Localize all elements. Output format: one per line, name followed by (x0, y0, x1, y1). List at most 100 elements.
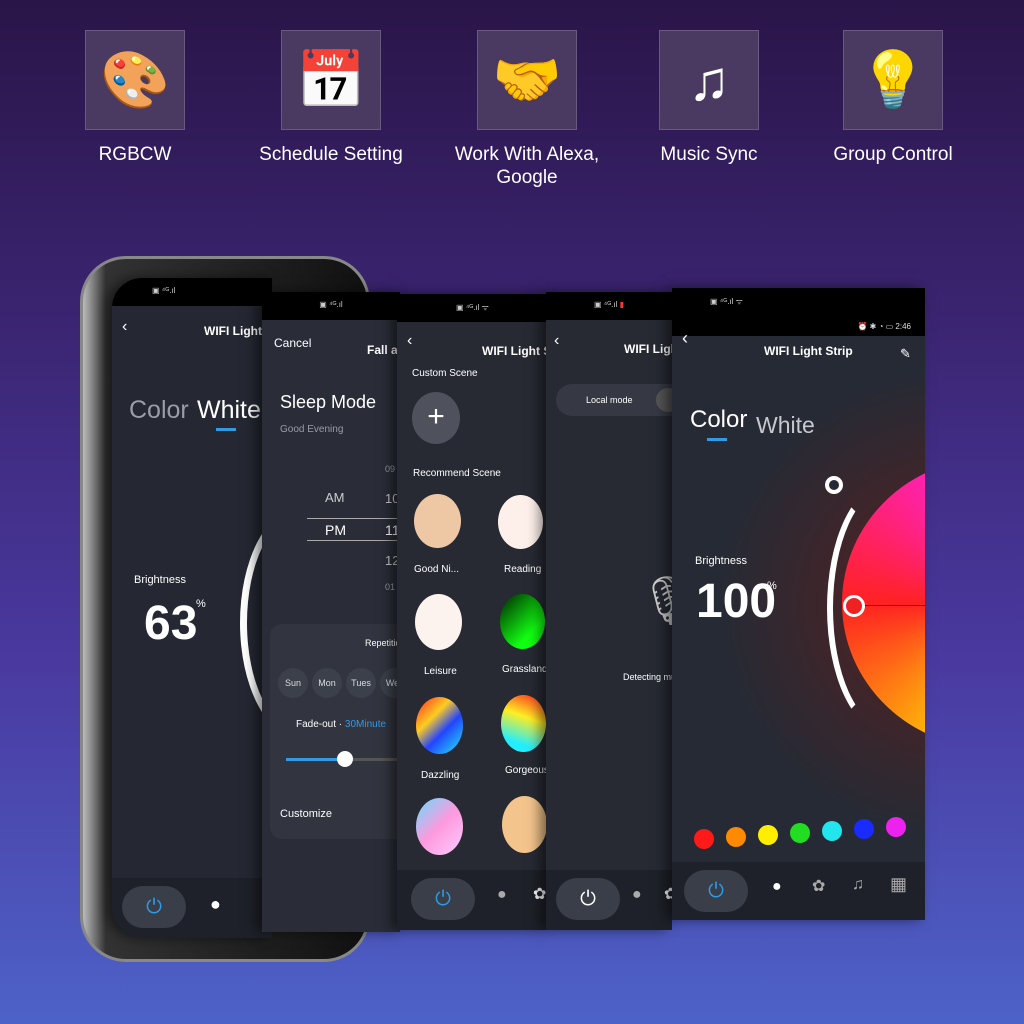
feature-label: RGBCW (98, 144, 172, 165)
brightness-value: 100 (696, 575, 777, 628)
power-button[interactable]: ⏻ (556, 878, 620, 920)
fade-slider-fill (286, 758, 345, 761)
bottom-nav: ⏻ ● (112, 878, 272, 938)
scene-swatch[interactable] (416, 697, 463, 754)
scene-swatch[interactable] (415, 594, 462, 650)
tab-white[interactable]: White (756, 412, 815, 439)
color-swatch[interactable] (758, 825, 778, 845)
color-swatch[interactable] (790, 823, 810, 843)
screen-title: WIFI Light Strip (764, 344, 853, 358)
toggle-knob (656, 388, 672, 412)
feature-label: Work With Alexa, Google (454, 144, 600, 188)
day-tues[interactable]: Tues (346, 668, 376, 698)
day-sun[interactable]: Sun (278, 668, 308, 698)
mode-subtitle: Good Evening (280, 424, 344, 435)
tab-indicator (707, 438, 727, 441)
detecting-label: Detecting mu (623, 672, 672, 682)
feature-label: Music Sync (660, 144, 758, 165)
fade-text: Fade-out · (296, 719, 345, 730)
brightness-handle[interactable] (825, 476, 843, 494)
scene-label: Leisure (424, 666, 457, 677)
bottom-nav: ⏻ ● ✿ ♫ ▦ (672, 862, 925, 920)
custom-scene-label: Custom Scene (412, 368, 478, 379)
recommend-scene-label: Recommend Scene (413, 468, 501, 479)
power-button[interactable]: ⏻ (411, 878, 475, 920)
scene-label: Dazzling (421, 770, 460, 781)
color-swatch[interactable] (694, 829, 714, 849)
tab-indicator (216, 428, 236, 431)
time: 2:46 (895, 322, 911, 331)
color-wheel-handle[interactable] (843, 595, 865, 617)
screen-color-63: ▣ ⁴ᴳ.ıl ‹ WIFI Light Color White Brightn… (112, 278, 272, 938)
scene-swatch[interactable] (502, 796, 547, 853)
fade-label: Fade-out · 30Minute (296, 719, 386, 730)
power-button[interactable]: ⏻ (684, 870, 748, 912)
tab-color[interactable]: Color (129, 396, 189, 425)
scene-swatch[interactable] (500, 594, 545, 649)
bottom-nav: ⏻ ● ✿ (546, 870, 672, 930)
bulb-icon[interactable]: ● (632, 886, 642, 904)
scene-swatch[interactable] (416, 798, 463, 855)
fade-slider-handle[interactable] (336, 751, 353, 767)
group-icon[interactable]: ▦ (890, 874, 907, 895)
signal-icon: ▣ ⁴ᴳ.ıl ᯤ (710, 297, 743, 306)
repetition-label: Repetition (365, 638, 400, 648)
bulb-icon[interactable]: ● (497, 886, 507, 904)
add-scene-button[interactable]: + (412, 392, 460, 444)
back-icon[interactable]: ‹ (682, 328, 688, 349)
bulb-group-icon: 💡 (843, 30, 943, 130)
scene-label: Gorgeous (505, 765, 548, 776)
tab-color[interactable]: Color (690, 406, 747, 434)
picker-hour[interactable]: 01 (385, 582, 395, 592)
brightness-label: Brightness (134, 574, 186, 586)
picker-am[interactable]: AM (325, 490, 345, 505)
picker-divider (307, 540, 400, 541)
edit-icon[interactable]: ✎ (900, 346, 911, 362)
palette-icon[interactable]: ✿ (812, 876, 825, 896)
color-swatch[interactable] (726, 827, 746, 847)
mode-title: Sleep Mode (280, 392, 377, 412)
color-swatch[interactable] (822, 821, 842, 841)
picker-divider (307, 518, 400, 519)
back-icon[interactable]: ‹ (122, 318, 127, 336)
tab-white[interactable]: White (197, 396, 261, 425)
microphone-icon[interactable]: 🎙 (638, 572, 672, 629)
color-swatch[interactable] (886, 817, 906, 837)
back-icon[interactable]: ‹ (554, 332, 559, 350)
screen-title: Fall a (367, 343, 398, 357)
calendar-clock-icon: 📅 (281, 30, 381, 130)
back-icon[interactable]: ‹ (407, 332, 412, 350)
bulb-icon[interactable]: ● (210, 894, 221, 915)
screen-music: ▣ ⁴ᴳ.ıl ▮ ‹ WIFI Light Local mode 🎙 Dete… (546, 292, 672, 930)
customize-button[interactable]: Customize (280, 808, 332, 820)
brightness-value: 63 (144, 597, 198, 650)
picker-hour[interactable]: 09 (385, 464, 395, 474)
bottom-nav: ⏻ ● ✿ (397, 870, 548, 930)
screen-scenes: ▣ ⁴ᴳ.ıl ᯤ ‹ WIFI Light St Custom Scene +… (397, 294, 548, 930)
music-icon[interactable]: ♫ (852, 876, 864, 894)
status-bar: ▣ ⁴ᴳ.ıl (112, 278, 272, 306)
handshake-icon: 🤝 (477, 30, 577, 130)
screen-title: WIFI Light (204, 324, 262, 338)
color-swatch[interactable] (854, 819, 874, 839)
status-bar: ▣ ⁴ᴳ.ıl (262, 292, 400, 320)
scene-swatch[interactable] (501, 695, 546, 752)
repetition-card: Repetition Sun Mon Tues Wed Fade-out · 3… (270, 624, 400, 839)
scene-swatch[interactable] (414, 494, 461, 548)
scene-label: Good Ni... (414, 564, 460, 575)
picker-pm[interactable]: PM (325, 522, 346, 538)
clock: ⏰ ✱ ◔ ▭ 2:46 (857, 322, 911, 331)
palette-icon[interactable]: ✿ (533, 884, 546, 904)
bulb-icon[interactable]: ● (772, 878, 782, 896)
power-button[interactable]: ⏻ (122, 886, 186, 928)
status-bar: ▣ ⁴ᴳ.ıl ▮ (546, 292, 672, 320)
music-note-icon: ♫ (659, 30, 759, 130)
cancel-button[interactable]: Cancel (274, 336, 311, 350)
day-mon[interactable]: Mon (312, 668, 342, 698)
fade-value: 30Minute (344, 719, 387, 730)
palette-icon[interactable]: ✿ (664, 884, 672, 904)
local-mode-label: Local mode (586, 395, 633, 405)
scene-swatch[interactable] (498, 495, 543, 549)
screen-title: WIFI Light St (482, 344, 548, 358)
local-mode-toggle[interactable]: Local mode (556, 384, 672, 416)
